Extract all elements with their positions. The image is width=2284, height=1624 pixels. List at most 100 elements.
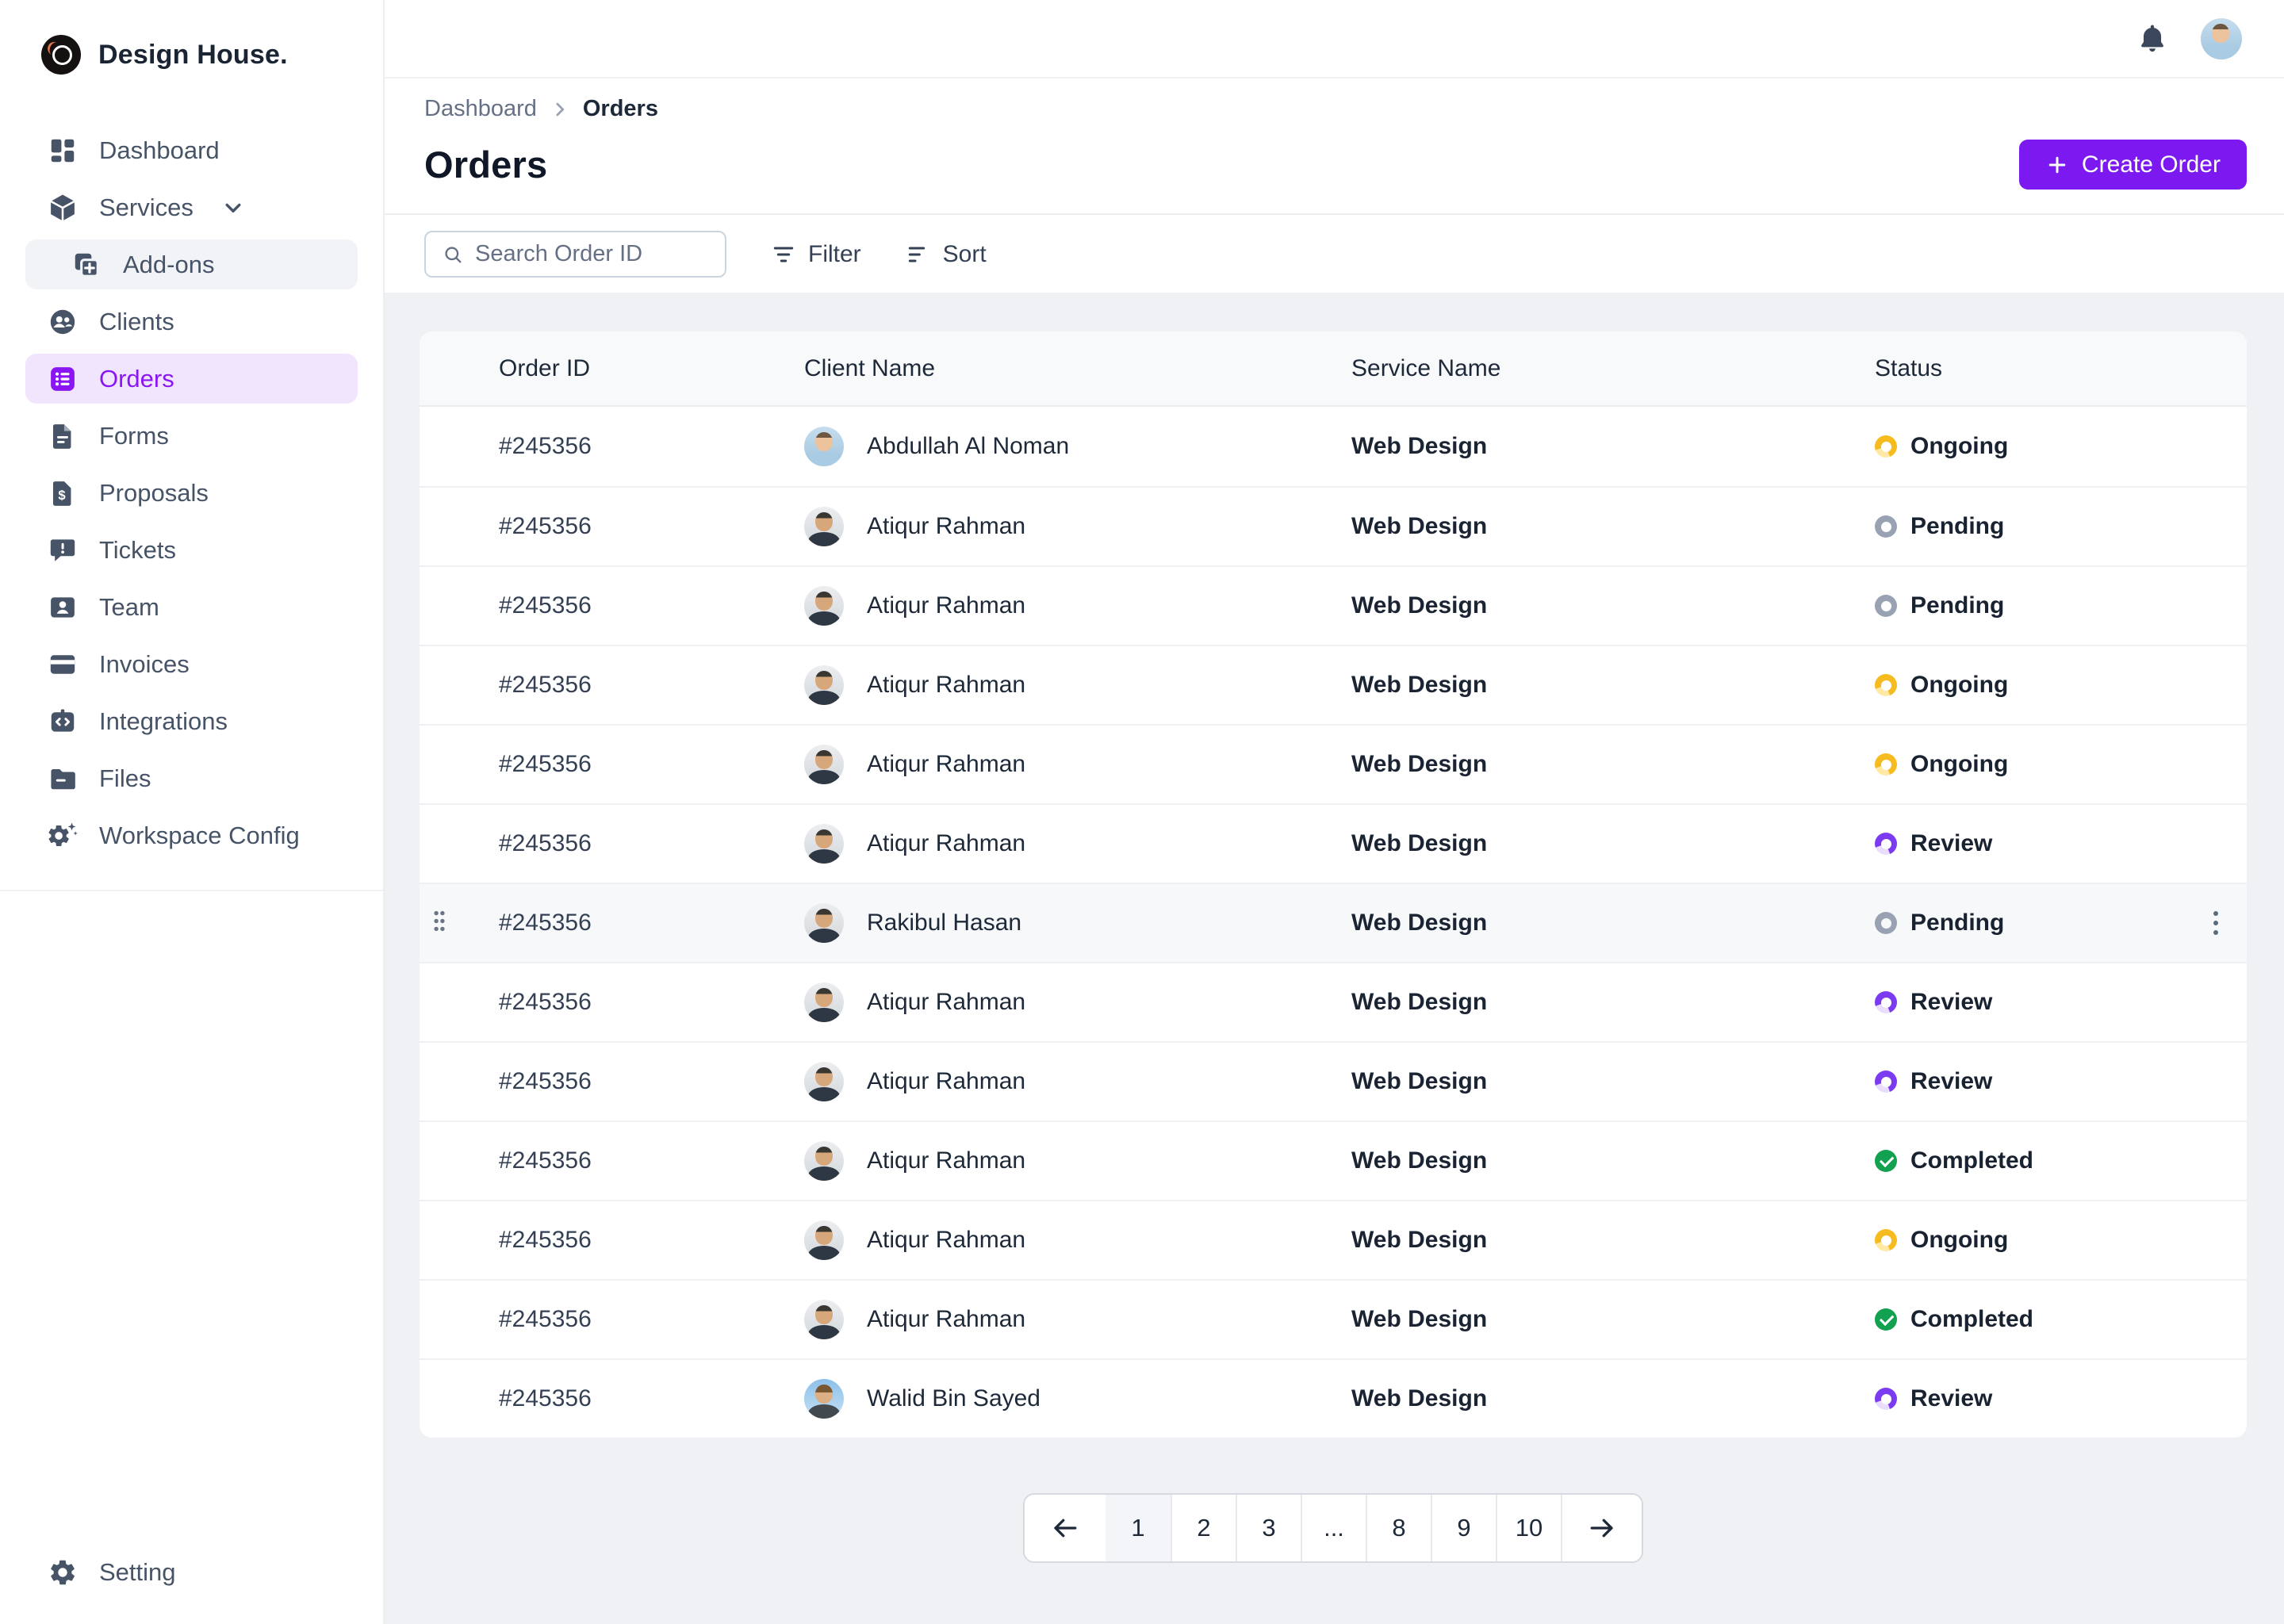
status-label: Completed bbox=[1910, 1147, 2034, 1174]
sidebar-item-label: Proposals bbox=[99, 478, 209, 507]
sidebar-item-team[interactable]: Team bbox=[25, 582, 358, 632]
order-id-cell: #245356 bbox=[499, 1306, 592, 1332]
forms-icon bbox=[52, 423, 71, 449]
table-row[interactable]: #245356 Atiqur Rahman Web Design Complet… bbox=[420, 1120, 2247, 1200]
client-name: Walid Bin Sayed bbox=[867, 1385, 1040, 1411]
client-cell: Atiqur Rahman bbox=[804, 1220, 1351, 1260]
service-cell: Web Design bbox=[1351, 672, 1488, 698]
breadcrumb-dashboard-link[interactable]: Dashboard bbox=[424, 96, 537, 122]
previous-page-button[interactable] bbox=[1025, 1495, 1106, 1561]
clients-icon bbox=[50, 309, 75, 334]
page-button[interactable]: 1 bbox=[1106, 1495, 1171, 1561]
sidebar-item-label: Tickets bbox=[99, 535, 177, 564]
status-icon bbox=[1875, 435, 1897, 458]
sidebar-item-invoices[interactable]: Invoices bbox=[25, 639, 358, 689]
client-name: Atiqur Rahman bbox=[867, 830, 1026, 856]
page-header: Dashboard Orders Orders Create Order bbox=[385, 79, 2284, 215]
search-icon bbox=[445, 246, 462, 262]
sidebar-item-proposals[interactable]: $ Proposals bbox=[25, 468, 358, 518]
status-cell: Review bbox=[1875, 1068, 2247, 1095]
drag-handle-icon[interactable] bbox=[431, 910, 448, 937]
order-id-cell: #245356 bbox=[499, 592, 592, 619]
table-row[interactable]: #245356 Abdullah Al Noman Web Design Ong… bbox=[420, 407, 2247, 486]
user-avatar[interactable] bbox=[2201, 17, 2242, 59]
next-page-button[interactable] bbox=[1561, 1495, 1642, 1561]
sidebar-item-label: Clients bbox=[99, 307, 174, 335]
status-cell: Pending bbox=[1875, 910, 2247, 936]
order-id-cell: #245356 bbox=[499, 1147, 592, 1174]
kebab-menu-icon[interactable] bbox=[2209, 906, 2223, 940]
client-name: Atiqur Rahman bbox=[867, 989, 1026, 1015]
table-row[interactable]: #245356 Atiqur Rahman Web Design Complet… bbox=[420, 1279, 2247, 1358]
search-input[interactable] bbox=[475, 241, 709, 267]
order-id-cell: #245356 bbox=[499, 910, 592, 936]
chevron-down-icon bbox=[225, 203, 241, 213]
status-icon bbox=[1875, 833, 1897, 855]
client-cell: Atiqur Rahman bbox=[804, 1062, 1351, 1101]
table-row[interactable]: #245356 Rakibul Hasan Web Design Pending bbox=[420, 883, 2247, 962]
service-cell: Web Design bbox=[1351, 1147, 1488, 1174]
client-cell: Atiqur Rahman bbox=[804, 982, 1351, 1022]
status-cell: Review bbox=[1875, 830, 2247, 857]
sidebar-item-forms[interactable]: Forms bbox=[25, 411, 358, 461]
page-button[interactable]: 8 bbox=[1366, 1495, 1431, 1561]
status-icon bbox=[1875, 674, 1897, 696]
order-id-cell: #245356 bbox=[499, 433, 592, 459]
client-avatar bbox=[804, 1220, 844, 1260]
client-name: Atiqur Rahman bbox=[867, 1306, 1026, 1332]
table-body: #245356 Abdullah Al Noman Web Design Ong… bbox=[420, 407, 2247, 1438]
page-button[interactable]: 10 bbox=[1496, 1495, 1561, 1561]
sidebar-item-label: Services bbox=[99, 193, 194, 221]
table-row[interactable]: #245356 Walid Bin Sayed Web Design Revie… bbox=[420, 1358, 2247, 1438]
order-id-cell: #245356 bbox=[499, 751, 592, 777]
table-row[interactable]: #245356 Atiqur Rahman Web Design Ongoing bbox=[420, 724, 2247, 803]
services-icon bbox=[50, 194, 75, 220]
status-cell: Pending bbox=[1875, 513, 2247, 540]
sidebar-item-dashboard[interactable]: Dashboard bbox=[25, 125, 358, 175]
service-cell: Web Design bbox=[1351, 1385, 1488, 1411]
notifications-bell-icon[interactable] bbox=[2136, 22, 2169, 56]
table-row[interactable]: #245356 Atiqur Rahman Web Design Pending bbox=[420, 565, 2247, 645]
workspace-config-icon bbox=[48, 822, 78, 846]
filter-button[interactable]: Filter bbox=[771, 241, 861, 268]
toolbar: Filter Sort bbox=[385, 215, 2284, 293]
page-button[interactable]: 2 bbox=[1171, 1495, 1236, 1561]
table-row[interactable]: #245356 Atiqur Rahman Web Design Ongoing bbox=[420, 645, 2247, 724]
order-id-cell: #245356 bbox=[499, 1068, 592, 1094]
client-cell: Atiqur Rahman bbox=[804, 824, 1351, 864]
page-button[interactable]: 3 bbox=[1236, 1495, 1301, 1561]
client-cell: Atiqur Rahman bbox=[804, 507, 1351, 546]
sidebar-item-integrations[interactable]: Integrations bbox=[25, 696, 358, 746]
status-icon bbox=[1875, 595, 1897, 617]
status-icon bbox=[1875, 1388, 1897, 1410]
sidebar-item-label: Orders bbox=[99, 364, 174, 393]
table-row[interactable]: #245356 Atiqur Rahman Web Design Review bbox=[420, 962, 2247, 1041]
sidebar-item-workspace-config[interactable]: Workspace Config bbox=[25, 810, 358, 860]
table-row[interactable]: #245356 Atiqur Rahman Web Design Pending bbox=[420, 486, 2247, 565]
sidebar-item-add-ons[interactable]: Add-ons bbox=[25, 239, 358, 289]
table-row[interactable]: #245356 Atiqur Rahman Web Design Review bbox=[420, 803, 2247, 883]
orders-table: Order ID Client Name Service Name Status… bbox=[420, 331, 2247, 1438]
brand-logo[interactable]: Design House. bbox=[41, 35, 383, 75]
sidebar-item-tickets[interactable]: Tickets bbox=[25, 525, 358, 575]
sidebar-item-files[interactable]: Files bbox=[25, 753, 358, 803]
status-label: Pending bbox=[1910, 910, 2005, 936]
sort-button[interactable]: Sort bbox=[906, 241, 987, 268]
status-icon bbox=[1875, 753, 1897, 776]
client-cell: Abdullah Al Noman bbox=[804, 427, 1351, 466]
sidebar-item-clients[interactable]: Clients bbox=[25, 297, 358, 347]
status-cell: Review bbox=[1875, 989, 2247, 1016]
page-button[interactable]: 9 bbox=[1431, 1495, 1496, 1561]
page-button[interactable]: ... bbox=[1301, 1495, 1366, 1561]
status-icon bbox=[1875, 1308, 1897, 1331]
service-cell: Web Design bbox=[1351, 830, 1488, 856]
sidebar-item-label: Files bbox=[99, 764, 151, 792]
sidebar-item-setting[interactable]: Setting bbox=[25, 1547, 358, 1597]
create-order-button[interactable]: Create Order bbox=[2018, 140, 2247, 190]
sidebar-item-services[interactable]: Services bbox=[25, 182, 358, 232]
sidebar-item-orders[interactable]: Orders bbox=[25, 354, 358, 404]
status-label: Completed bbox=[1910, 1306, 2034, 1332]
invoices-icon bbox=[50, 654, 75, 674]
table-row[interactable]: #245356 Atiqur Rahman Web Design Ongoing bbox=[420, 1200, 2247, 1279]
table-row[interactable]: #245356 Atiqur Rahman Web Design Review bbox=[420, 1041, 2247, 1120]
